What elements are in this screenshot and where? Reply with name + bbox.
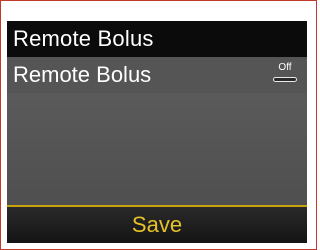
device-screen: Remote Bolus Remote Bolus Off Save	[7, 21, 307, 243]
remote-bolus-toggle[interactable]: Off	[271, 61, 299, 87]
empty-content-area	[7, 93, 307, 205]
setting-row-label: Remote Bolus	[13, 62, 152, 87]
toggle-state-label: Off	[278, 62, 292, 73]
device-frame: Remote Bolus Remote Bolus Off Save	[0, 0, 317, 250]
save-button[interactable]: Save	[7, 207, 307, 243]
setting-row-remote-bolus[interactable]: Remote Bolus Off	[7, 57, 307, 93]
screen-title: Remote Bolus	[7, 21, 307, 57]
toggle-switch-icon	[273, 77, 297, 82]
save-button-label: Save	[131, 212, 183, 237]
